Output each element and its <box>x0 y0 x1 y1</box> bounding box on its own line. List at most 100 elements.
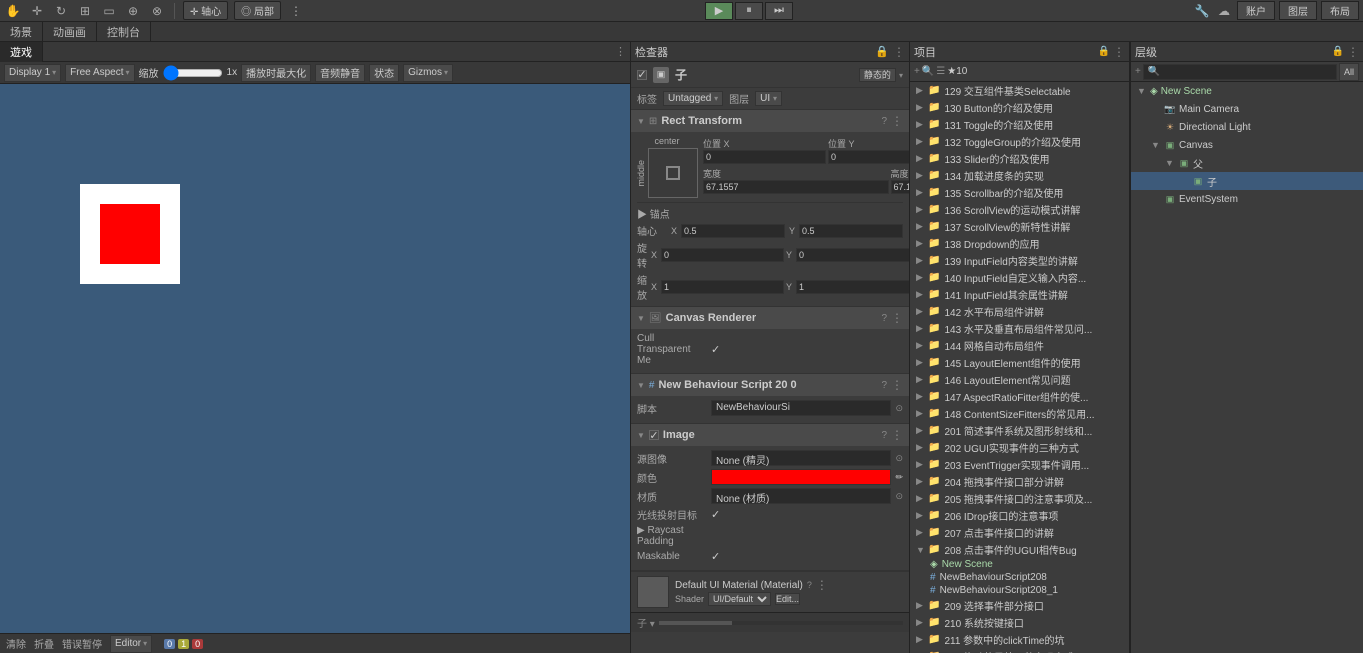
error-pause-btn[interactable]: 错误暂停 <box>62 636 102 651</box>
width-input[interactable] <box>703 180 889 194</box>
list-item[interactable]: ▶ 📁 144 网格自动布局组件 <box>910 337 1129 354</box>
raycast-checkbox[interactable]: ✓ <box>711 508 720 521</box>
list-item[interactable]: ▶ 📁 129 交互组件基类Selectable <box>910 82 1129 99</box>
account-btn[interactable]: 账户 <box>1237 1 1275 20</box>
pos-x-input[interactable] <box>703 150 826 164</box>
scale-tool-icon[interactable]: ⊞ <box>76 2 94 20</box>
search-icon[interactable]: 🔍 <box>922 66 934 77</box>
list-item[interactable]: ▶ 📁 204 拖拽事件接口部分讲解 <box>910 473 1129 490</box>
hierarchy-item-light[interactable]: ☀ Directional Light <box>1131 118 1363 136</box>
list-item[interactable]: ▶ 📁 209 选择事件部分接口 <box>910 597 1129 614</box>
hierarchy-all-btn[interactable]: All <box>1339 63 1359 81</box>
hierarchy-item-parent[interactable]: ▼ ▣ 父 <box>1131 154 1363 172</box>
rect-transform-header[interactable]: ▼ ⊞ Rect Transform ? ⋮ <box>631 110 909 132</box>
shader-edit-btn[interactable]: Edit... <box>775 593 800 605</box>
list-item[interactable]: ▶ 📁 210 系统按键接口 <box>910 614 1129 631</box>
gizmos-btn[interactable]: Gizmos ▾ <box>403 64 453 82</box>
list-item[interactable]: ▶ 📁 132 ToggleGroup的介绍及使用 <box>910 133 1129 150</box>
hierarchy-item-eventsystem[interactable]: ▣ EventSystem <box>1131 190 1363 208</box>
script-dot-btn[interactable]: ⊙ <box>895 403 903 414</box>
height-input[interactable] <box>891 180 910 194</box>
pivot-btn[interactable]: ✛ 轴心 <box>183 1 228 20</box>
play-button[interactable]: ▶ <box>705 2 733 20</box>
layer-selector[interactable]: UI ▾ <box>755 91 782 106</box>
list-item[interactable]: ▶ 📁 131 Toggle的介绍及使用 <box>910 116 1129 133</box>
behaviour-help[interactable]: ? <box>881 380 887 391</box>
hierarchy-item-maincamera[interactable]: 📷 Main Camera <box>1131 100 1363 118</box>
global-btn[interactable]: ◎ 局部 <box>234 1 281 20</box>
hierarchy-add-icon[interactable]: + <box>1135 66 1141 77</box>
list-item[interactable]: ▶ 📁 136 ScrollView的运动模式讲解 <box>910 201 1129 218</box>
list-item[interactable]: ▶ 📁 205 拖拽事件接口的注意事项及... <box>910 490 1129 507</box>
material-help[interactable]: ? <box>807 580 812 590</box>
list-item[interactable]: ▶ 📁 147 AspectRatioFitter组件的使... <box>910 388 1129 405</box>
state-btn[interactable]: 状态 <box>369 64 399 82</box>
step-button[interactable]: ⏭ <box>765 2 793 20</box>
tab-scene[interactable]: 场景 <box>0 22 43 42</box>
list-item[interactable]: ▶ 📁 140 InputField自定义输入内容... <box>910 269 1129 286</box>
list-item[interactable]: ▶ 📁 201 简述事件系统及图形射线和... <box>910 422 1129 439</box>
color-edit-btn[interactable]: ✏ <box>895 472 903 483</box>
rotate-tool-icon[interactable]: ↻ <box>52 2 70 20</box>
custom-tool-icon[interactable]: ⊗ <box>148 2 166 20</box>
add-folder-icon[interactable]: + <box>914 66 920 77</box>
hierarchy-lock[interactable]: 🔒 <box>1332 46 1344 57</box>
lock-icon[interactable]: 🔒 <box>875 45 889 59</box>
rect-help[interactable]: ? <box>881 116 887 127</box>
shader-selector[interactable]: UI/Default <box>708 592 771 606</box>
list-item[interactable]: ▶ 📁 143 水平及垂直布局组件常见问... <box>910 320 1129 337</box>
tag-selector[interactable]: Untagged ▾ <box>663 91 723 106</box>
list-item[interactable]: ▶ 📁 139 InputField内容类型的讲解 <box>910 252 1129 269</box>
scale-y-input[interactable] <box>796 280 909 294</box>
image-active-toggle[interactable]: ✓ <box>649 430 659 440</box>
active-toggle[interactable]: ✓ <box>637 70 647 80</box>
image-header[interactable]: ▼ ✓ Image ? ⋮ <box>631 424 909 446</box>
color-preview[interactable] <box>711 469 891 485</box>
material-dot-btn[interactable]: ⊙ <box>895 491 903 502</box>
list-item[interactable]: ▶ 📁 142 水平布局组件讲解 <box>910 303 1129 320</box>
image-help[interactable]: ? <box>881 430 887 441</box>
maximize-btn[interactable]: 播放时最大化 <box>241 64 311 82</box>
scale-slider[interactable] <box>163 65 223 81</box>
list-item[interactable]: ▶ 📁 130 Button的介绍及使用 <box>910 99 1129 116</box>
tab-game[interactable]: 遊戏 <box>0 42 43 62</box>
mute-btn[interactable]: 音频静音 <box>315 64 365 82</box>
list-item[interactable]: ▶ 📁 133 Slider的介绍及使用 <box>910 150 1129 167</box>
project-lock[interactable]: 🔒 <box>1098 46 1110 57</box>
pivot-x-input[interactable] <box>681 224 785 238</box>
inspector-menu[interactable]: ⋮ <box>893 45 905 59</box>
list-item[interactable]: ▶ 📁 211 参数中的clickTime的坑 <box>910 631 1129 648</box>
list-item[interactable]: ▶ 📁 203 EventTrigger实现事件调用... <box>910 456 1129 473</box>
anchor-box[interactable] <box>648 148 698 198</box>
project-menu[interactable]: ⋮ <box>1113 45 1125 59</box>
tab-console[interactable]: 控制台 <box>97 22 151 42</box>
layer-btn[interactable]: 图层 <box>1279 1 1317 20</box>
list-item[interactable]: ▶ 📁 212 拖动的另外一种实现方式 <box>910 648 1129 653</box>
game-panel-menu[interactable]: ⋮ <box>615 45 630 58</box>
list-item[interactable]: ▶ 📁 146 LayoutElement常见问题 <box>910 371 1129 388</box>
move-tool-icon[interactable]: ✛ <box>28 2 46 20</box>
rect-menu[interactable]: ⋮ <box>891 114 903 128</box>
list-item[interactable]: # NewBehaviourScript208_1 <box>910 584 1129 597</box>
cloud-icon[interactable]: ☁ <box>1215 2 1233 20</box>
new-behaviour-header[interactable]: ▼ # New Behaviour Script 20 0 ? ⋮ <box>631 374 909 396</box>
collapse-btn[interactable]: 折叠 <box>34 636 54 651</box>
pause-button[interactable]: ⏸ <box>735 2 763 20</box>
list-item[interactable]: ▶ 📁 207 点击事件接口的讲解 <box>910 524 1129 541</box>
list-item[interactable]: # NewBehaviourScript208 <box>910 571 1129 584</box>
list-item[interactable]: ▶ 📁 202 UGUI实现事件的三种方式 <box>910 439 1129 456</box>
hierarchy-item-canvas[interactable]: ▼ ▣ Canvas <box>1131 136 1363 154</box>
list-item[interactable]: ▶ 📁 138 Dropdown的应用 <box>910 235 1129 252</box>
list-item[interactable]: ▶ 📁 145 LayoutElement组件的使用 <box>910 354 1129 371</box>
list-item[interactable]: ▼ 📁 208 点击事件的UGUI相传Bug <box>910 541 1129 558</box>
canvas-renderer-header[interactable]: ▼ 🖼 Canvas Renderer ? ⋮ <box>631 307 909 329</box>
behaviour-menu[interactable]: ⋮ <box>891 378 903 392</box>
hierarchy-item-child[interactable]: ▣ 子 <box>1131 172 1363 190</box>
material-menu[interactable]: ⋮ <box>816 578 828 592</box>
list-item[interactable]: ▶ 📁 137 ScrollView的新特性讲解 <box>910 218 1129 235</box>
scale-x-input[interactable] <box>661 280 784 294</box>
hierarchy-menu[interactable]: ⋮ <box>1347 45 1359 59</box>
pivot-y-input[interactable] <box>799 224 903 238</box>
pos-y-input[interactable] <box>828 150 909 164</box>
snap-icon[interactable]: ⋮ <box>287 2 305 20</box>
